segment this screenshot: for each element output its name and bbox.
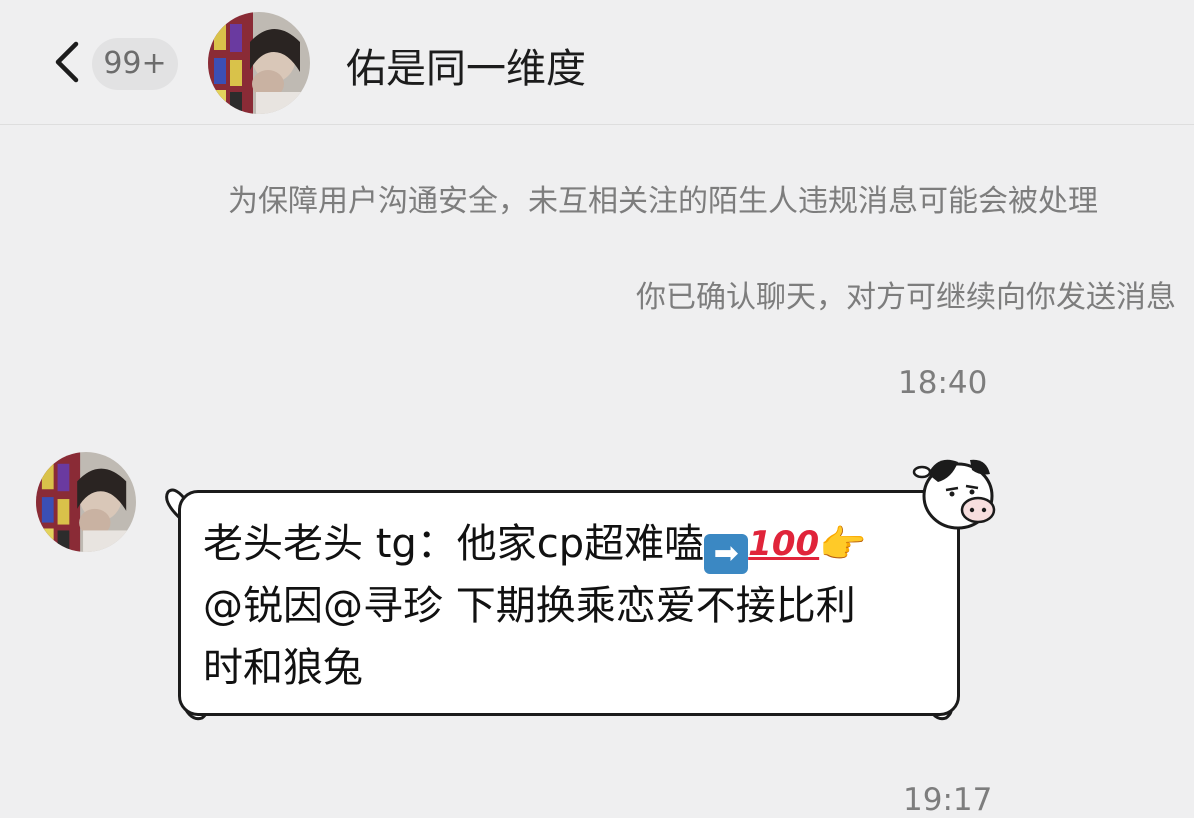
chat-confirmed-notice: 你已确认聊天，对方可继续向你发送消息 <box>636 280 1176 315</box>
contact-avatar[interactable] <box>208 12 310 114</box>
back-button[interactable] <box>50 38 90 86</box>
chevron-left-icon <box>55 41 79 83</box>
right-arrow-emoji-icon: ➡ <box>704 534 749 574</box>
unread-count-badge[interactable]: 99+ <box>92 38 178 90</box>
bubble-body: 老头老头 tg：他家cp超难嗑 ➡ 100👉 @锐因@寻珍 下期换乘恋爱不接比利 时… <box>178 490 960 716</box>
hundred-points-emoji-icon: 100 <box>748 524 820 564</box>
timestamp: 18:40 <box>898 365 988 401</box>
security-notice: 为保障用户沟通安全，未互相关注的陌生人违规消息可能会被处理 <box>228 184 1098 219</box>
sender-avatar[interactable] <box>36 452 136 552</box>
message-line-2: @锐因@寻珍 下期换乘恋爱不接比利 <box>203 583 856 629</box>
timestamp: 19:17 <box>903 782 993 818</box>
message-line-1: 老头老头 tg：他家cp超难嗑 <box>203 521 705 567</box>
message-text: 老头老头 tg：他家cp超难嗑 ➡ 100👉 @锐因@寻珍 下期换乘恋爱不接比利 时… <box>203 513 943 699</box>
message-line-3: 时和狼兔 <box>203 645 363 691</box>
cow-head-icon <box>912 459 996 530</box>
chat-header: 99+ 佑是同一维度 <box>0 0 1194 125</box>
chat-screen: 99+ 佑是同一维度 为保障用户沟通安全，未互相关注的陌生人违规消息可能会被处理… <box>0 0 1194 818</box>
pointing-hand-emoji-icon: 👉 <box>819 522 867 566</box>
chat-title: 佑是同一维度 <box>346 46 586 92</box>
message-bubble[interactable]: 老头老头 tg：他家cp超难嗑 ➡ 100👉 @锐因@寻珍 下期换乘恋爱不接比利 时… <box>160 450 1000 740</box>
